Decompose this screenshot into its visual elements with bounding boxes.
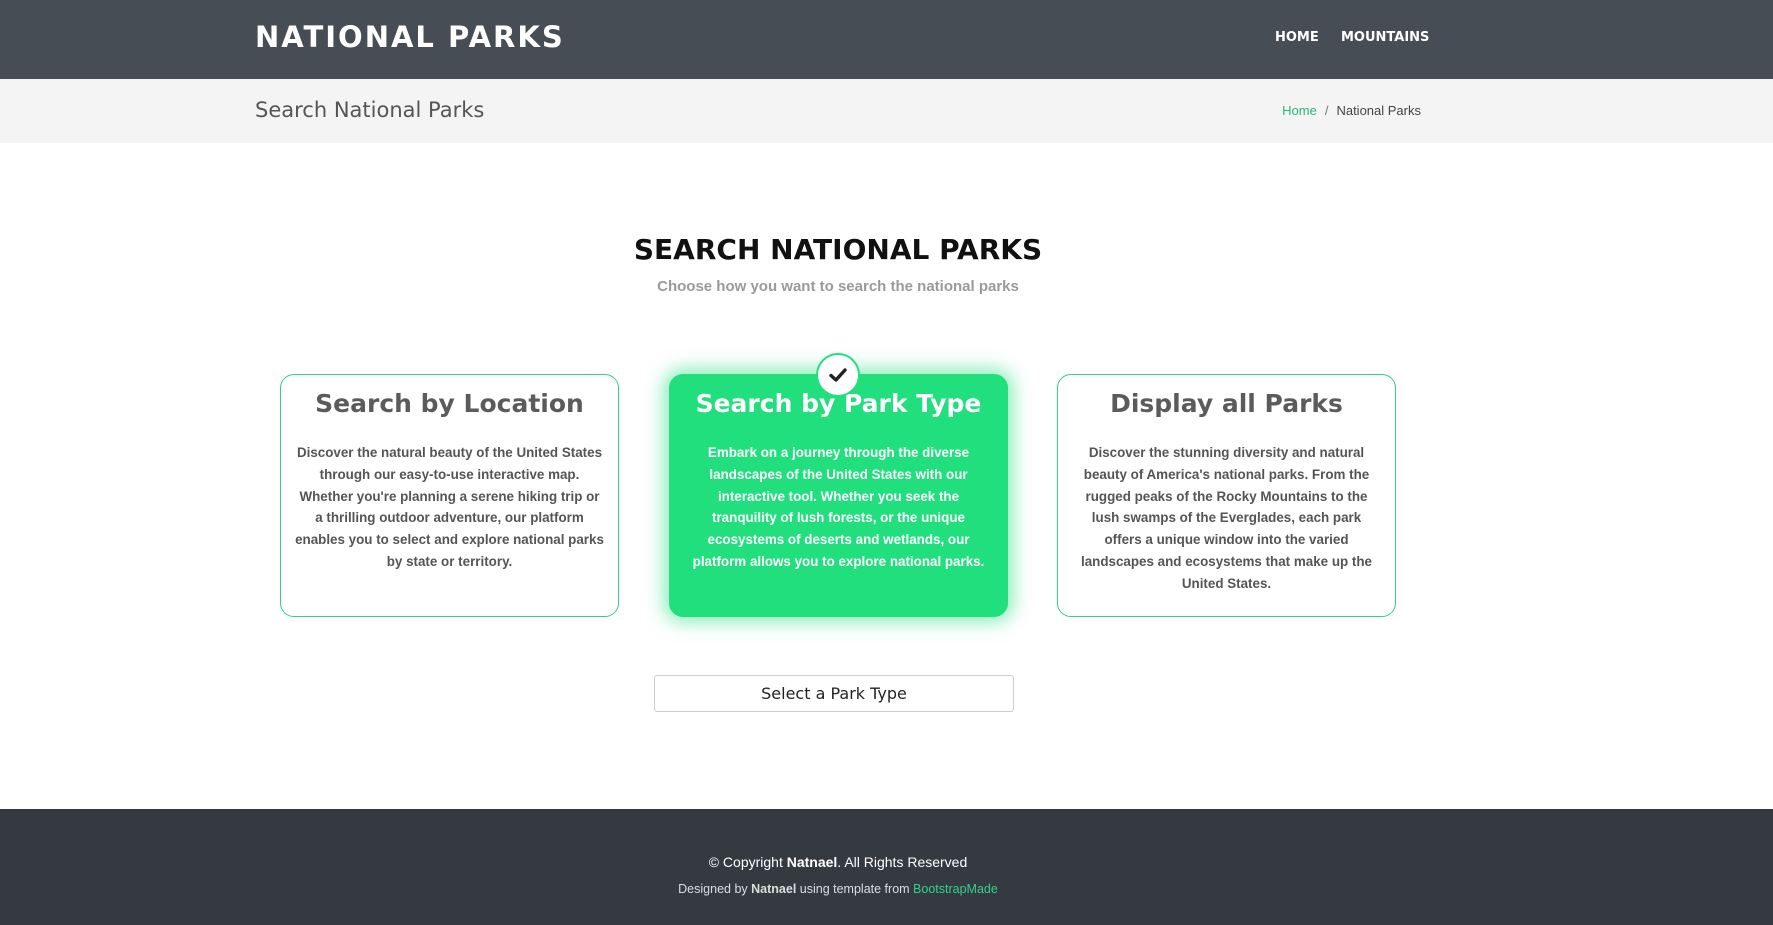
breadcrumb-current: National Parks [1336, 103, 1421, 118]
breadcrumb-home-link[interactable]: Home [1282, 103, 1317, 118]
section-subtitle: Choose how you want to search the nation… [657, 278, 1019, 295]
page-title: Search National Parks [255, 98, 485, 122]
nav-home-link[interactable]: HOME [1275, 30, 1319, 45]
footer-credits: Designed by Natnael using template from … [0, 882, 1676, 896]
footer-copyright: © Copyright Natnael. All Rights Reserved [0, 854, 1676, 870]
site-logo[interactable]: NATIONAL PARKS [255, 20, 565, 54]
search-by-location-card[interactable]: Search by Location Discover the natural … [280, 374, 619, 617]
display-all-parks-card[interactable]: Display all Parks Discover the stunning … [1057, 374, 1396, 617]
card-title: Display all Parks [1110, 389, 1343, 418]
breadcrumb-bar: Search National Parks Home / National Park… [0, 79, 1773, 143]
nav-mountains-link[interactable]: MOUNTAINS [1341, 30, 1429, 45]
credits-name: Natnael [751, 882, 797, 896]
copyright-name: Natnael [786, 854, 838, 870]
card-description: Discover the stunning diversity and natu… [1081, 445, 1372, 591]
credits-middle: using template from [799, 882, 910, 896]
checkmark-icon [829, 368, 847, 382]
copyright-suffix: . All Rights Reserved [837, 854, 968, 870]
section-title: SEARCH NATIONAL PARKS [633, 233, 1043, 266]
select-park-type-button[interactable]: Select a Park Type [654, 675, 1014, 712]
copyright-prefix: © Copyright [708, 854, 783, 870]
selected-badge [816, 353, 860, 397]
card-description: Discover the natural beauty of the Unite… [295, 445, 604, 569]
search-by-park-type-card[interactable]: Search by Park Type Embark on a journey … [669, 374, 1008, 617]
card-title: Search by Location [315, 389, 584, 418]
breadcrumb: Home / National Parks [1282, 103, 1421, 118]
breadcrumb-separator: / [1324, 103, 1329, 118]
bootstrapmade-link[interactable]: BootstrapMade [913, 882, 998, 896]
credits-prefix: Designed by [678, 882, 748, 896]
card-description: Embark on a journey through the diverse … [692, 445, 985, 569]
footer: © Copyright Natnael. All Rights Reserved… [0, 809, 1773, 925]
top-navbar: NATIONAL PARKS HOME MOUNTAINS [0, 0, 1773, 79]
